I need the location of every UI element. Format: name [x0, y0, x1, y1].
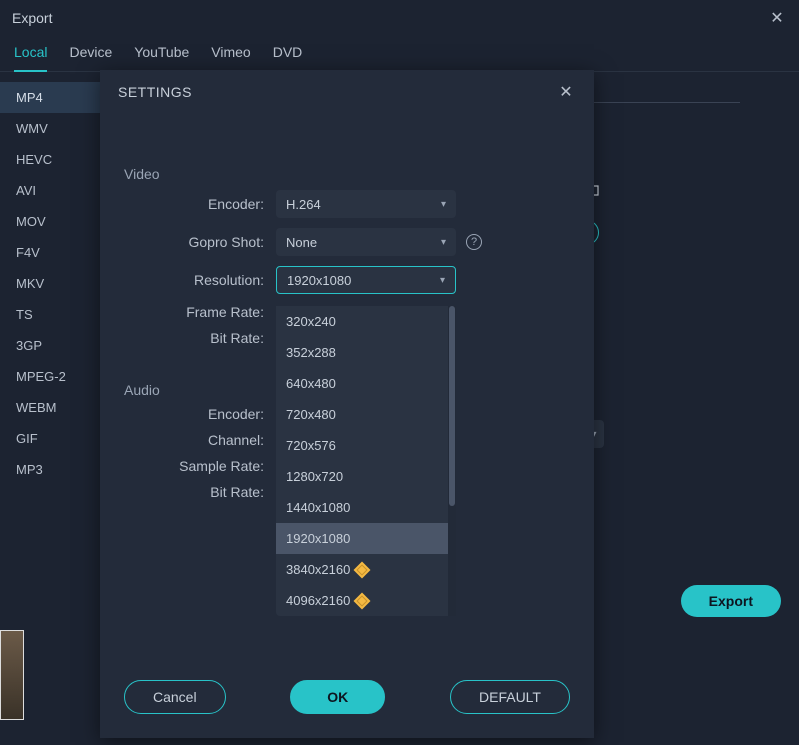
- chevron-down-icon: ▾: [440, 275, 445, 286]
- label-gopro: Gopro Shot:: [118, 234, 276, 250]
- format-item-hevc[interactable]: HEVC: [0, 144, 100, 175]
- settings-modal: SETTINGS ✕ Video Encoder: H.264 ▾ Gopro …: [100, 70, 594, 738]
- modal-body: Video Encoder: H.264 ▾ Gopro Shot: None …: [100, 114, 594, 662]
- resolution-option-selected[interactable]: 1920x1080: [276, 523, 448, 554]
- titlebar: Export ✕: [0, 0, 799, 36]
- select-gopro-value: None: [286, 235, 317, 250]
- label-channel: Channel:: [118, 432, 276, 448]
- preview-thumbnail[interactable]: [0, 630, 24, 720]
- resolution-dropdown-list: 320x240 352x288 640x480 720x480 720x576 …: [276, 306, 448, 616]
- format-item-f4v[interactable]: F4V: [0, 237, 100, 268]
- select-encoder[interactable]: H.264 ▾: [276, 190, 456, 218]
- label-resolution: Resolution:: [118, 272, 276, 288]
- premium-icon: [354, 592, 371, 609]
- tab-device[interactable]: Device: [69, 36, 112, 71]
- help-icon[interactable]: ?: [466, 234, 482, 250]
- select-resolution[interactable]: 1920x1080 ▾: [276, 266, 456, 294]
- label-bitrate: Bit Rate:: [118, 330, 276, 346]
- format-item-webm[interactable]: WEBM: [0, 392, 100, 423]
- resolution-option[interactable]: 1280x720: [276, 461, 448, 492]
- label-encoder: Encoder:: [118, 196, 276, 212]
- modal-footer: Cancel OK DEFAULT: [100, 662, 594, 738]
- format-item-mkv[interactable]: MKV: [0, 268, 100, 299]
- format-item-avi[interactable]: AVI: [0, 175, 100, 206]
- dropdown-scrollbar[interactable]: [448, 306, 456, 616]
- section-video: Video: [124, 166, 576, 182]
- row-encoder: Encoder: H.264 ▾: [118, 190, 576, 218]
- resolution-option[interactable]: 640x480: [276, 368, 448, 399]
- scrollbar-thumb[interactable]: [449, 306, 455, 506]
- ok-button[interactable]: OK: [290, 680, 385, 714]
- premium-icon: [354, 561, 371, 578]
- export-tabs: Local Device YouTube Vimeo DVD: [0, 36, 799, 72]
- close-icon[interactable]: ✕: [767, 8, 787, 28]
- resolution-option[interactable]: 3840x2160: [276, 554, 448, 585]
- default-button[interactable]: DEFAULT: [450, 680, 570, 714]
- tab-vimeo[interactable]: Vimeo: [211, 36, 250, 71]
- chevron-down-icon: ▾: [441, 237, 446, 248]
- resolution-option[interactable]: 720x576: [276, 430, 448, 461]
- resolution-option[interactable]: 352x288: [276, 337, 448, 368]
- modal-close-icon[interactable]: ✕: [556, 82, 576, 102]
- format-item-mpeg2[interactable]: MPEG-2: [0, 361, 100, 392]
- resolution-option[interactable]: 720x480: [276, 399, 448, 430]
- modal-header: SETTINGS ✕: [100, 70, 594, 114]
- export-button[interactable]: Export: [681, 585, 781, 617]
- format-item-3gp[interactable]: 3GP: [0, 330, 100, 361]
- format-item-gif[interactable]: GIF: [0, 423, 100, 454]
- cancel-button[interactable]: Cancel: [124, 680, 226, 714]
- resolution-option[interactable]: 320x240: [276, 306, 448, 337]
- row-resolution: Resolution: 1920x1080 ▾: [118, 266, 576, 294]
- label-samplerate: Sample Rate:: [118, 458, 276, 474]
- row-gopro: Gopro Shot: None ▾ ?: [118, 228, 576, 256]
- modal-title: SETTINGS: [118, 84, 192, 100]
- format-item-mov[interactable]: MOV: [0, 206, 100, 237]
- resolution-dropdown: 320x240 352x288 640x480 720x480 720x576 …: [276, 306, 456, 616]
- resolution-option[interactable]: 4096x2160: [276, 585, 448, 616]
- label-audio-encoder: Encoder:: [118, 406, 276, 422]
- format-item-mp3[interactable]: MP3: [0, 454, 100, 485]
- window-title: Export: [12, 10, 52, 26]
- format-item-ts[interactable]: TS: [0, 299, 100, 330]
- tab-youtube[interactable]: YouTube: [134, 36, 189, 71]
- select-gopro[interactable]: None ▾: [276, 228, 456, 256]
- label-audio-bitrate: Bit Rate:: [118, 484, 276, 500]
- select-encoder-value: H.264: [286, 197, 321, 212]
- chevron-down-icon: ▾: [441, 199, 446, 210]
- resolution-option[interactable]: 1440x1080: [276, 492, 448, 523]
- tab-dvd[interactable]: DVD: [273, 36, 303, 71]
- select-resolution-value: 1920x1080: [287, 273, 351, 288]
- format-item-mp4[interactable]: MP4: [0, 82, 100, 113]
- tab-local[interactable]: Local: [14, 36, 47, 72]
- label-framerate: Frame Rate:: [118, 304, 276, 320]
- format-item-wmv[interactable]: WMV: [0, 113, 100, 144]
